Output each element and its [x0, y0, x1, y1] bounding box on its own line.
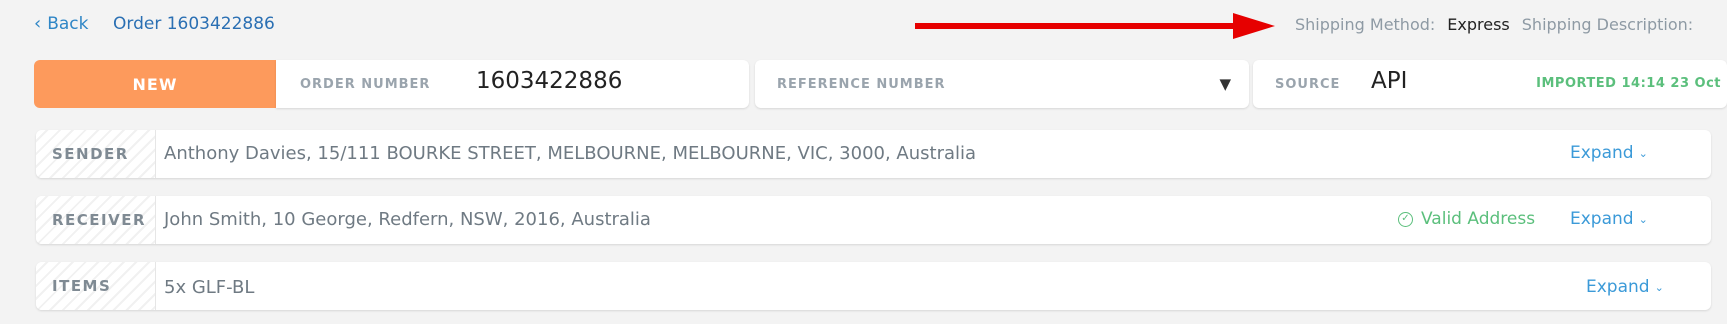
back-link[interactable]: ‹ Back	[34, 14, 88, 34]
shipping-method-label: Shipping Method:	[1295, 15, 1436, 34]
imported-status: IMPORTED 14:14 23 Oct	[1536, 76, 1721, 91]
check-circle-icon: ✓	[1398, 211, 1413, 227]
receiver-expand-button[interactable]: Expand ⌄	[1570, 209, 1648, 229]
source-label: SOURCE	[1275, 77, 1341, 92]
back-label: Back	[47, 14, 89, 34]
shipping-info: Shipping Method: Express Shipping Descri…	[1295, 15, 1693, 34]
sender-tag: SENDER	[36, 130, 156, 178]
reference-number-label: REFERENCE NUMBER	[777, 77, 946, 92]
receiver-address: John Smith, 10 George, Redfern, NSW, 201…	[164, 209, 651, 230]
source-field: SOURCE API IMPORTED 14:14 23 Oct	[1253, 60, 1727, 108]
sender-section: SENDER Anthony Davies, 15/111 BOURKE STR…	[36, 130, 1711, 178]
valid-address-label: Valid Address	[1421, 209, 1536, 229]
chevron-down-icon: ⌄	[1638, 146, 1648, 160]
order-number-label: ORDER NUMBER	[300, 77, 431, 92]
items-expand-button[interactable]: Expand ⌄	[1586, 277, 1664, 297]
items-section: ITEMS 5x GLF-BL Expand ⌄	[36, 262, 1711, 310]
chevron-left-icon: ‹	[34, 13, 42, 34]
order-number-field: ORDER NUMBER 1603422886	[276, 60, 749, 108]
reference-number-select[interactable]: REFERENCE NUMBER ▼	[755, 60, 1249, 108]
chevron-down-icon: ⌄	[1654, 280, 1664, 294]
order-title: Order 1603422886	[113, 14, 275, 34]
receiver-tag: RECEIVER	[36, 196, 156, 244]
order-number-value: 1603422886	[476, 68, 623, 94]
receiver-expand-label: Expand	[1570, 209, 1634, 229]
valid-address-status: ✓ Valid Address	[1398, 209, 1535, 229]
sender-expand-label: Expand	[1570, 143, 1634, 163]
annotation-arrow-icon	[915, 13, 1275, 39]
status-badge: NEW	[34, 60, 276, 108]
chevron-down-icon: ⌄	[1638, 212, 1648, 226]
caret-down-icon: ▼	[1219, 75, 1231, 93]
receiver-section: RECEIVER John Smith, 10 George, Redfern,…	[36, 196, 1711, 244]
source-value: API	[1371, 68, 1408, 94]
items-tag: ITEMS	[36, 262, 156, 310]
items-summary: 5x GLF-BL	[164, 277, 255, 298]
sender-address: Anthony Davies, 15/111 BOURKE STREET, ME…	[164, 143, 977, 164]
top-bar: ‹ Back Order 1603422886 Shipping Method:…	[0, 0, 1727, 50]
shipping-method-value: Express	[1447, 15, 1510, 34]
items-expand-label: Expand	[1586, 277, 1650, 297]
sender-expand-button[interactable]: Expand ⌄	[1570, 143, 1648, 163]
shipping-description-label: Shipping Description:	[1521, 15, 1694, 34]
